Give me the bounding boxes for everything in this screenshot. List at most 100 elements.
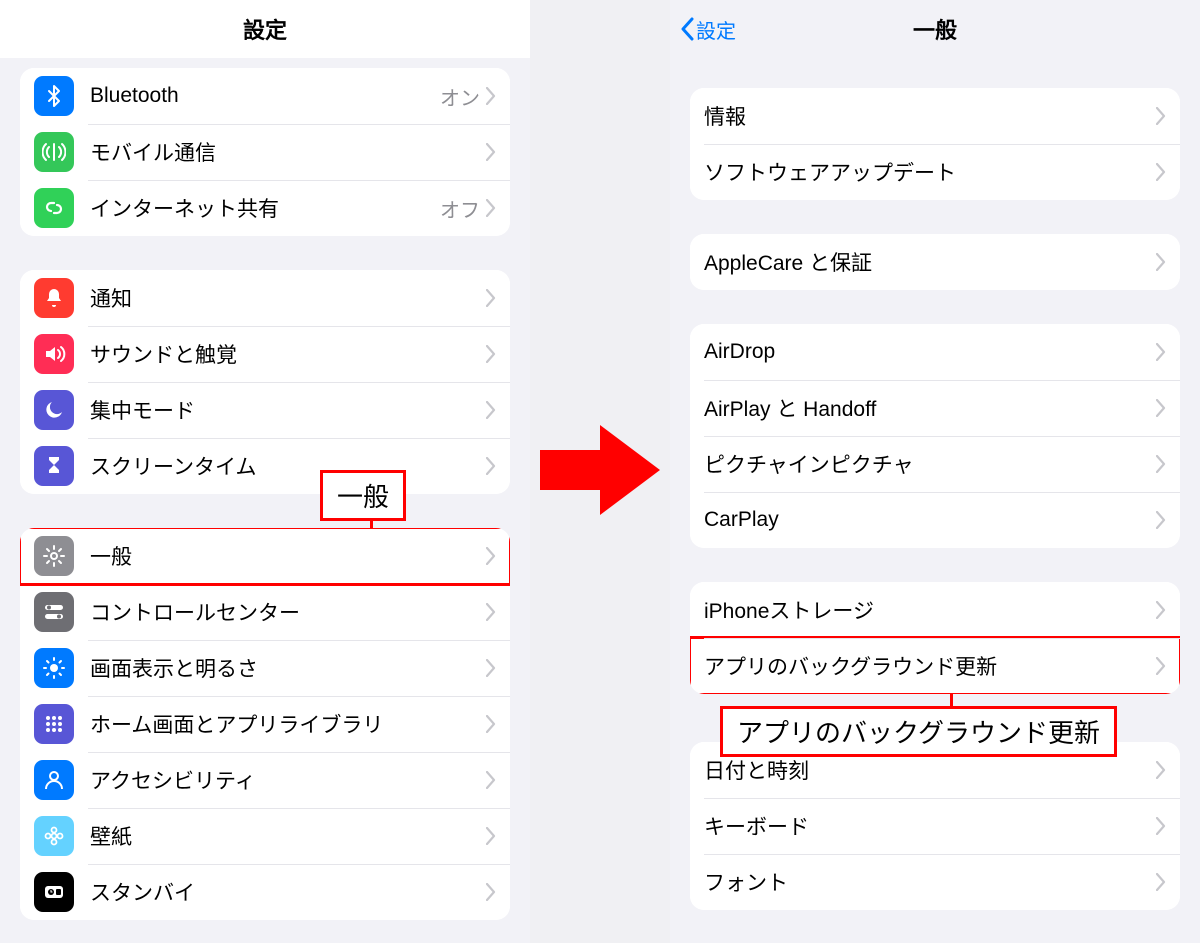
row-label: コントロールセンター xyxy=(90,597,486,627)
row-airplay[interactable]: AirPlay と Handoff xyxy=(690,380,1180,436)
general-group-storage: iPhoneストレージ アプリのバックグラウンド更新 アプリのバックグラウンド更… xyxy=(690,582,1180,694)
chevron-icon xyxy=(1156,601,1166,619)
row-label: Bluetooth xyxy=(90,84,440,108)
row-pip[interactable]: ピクチャインピクチャ xyxy=(690,436,1180,492)
chevron-icon xyxy=(486,827,496,845)
row-airdrop[interactable]: AirDrop xyxy=(690,324,1180,380)
row-label: モバイル通信 xyxy=(90,137,486,167)
row-display[interactable]: 画面表示と明るさ xyxy=(20,640,510,696)
row-cellular[interactable]: モバイル通信 xyxy=(20,124,510,180)
chevron-icon xyxy=(1156,511,1166,529)
chevron-icon xyxy=(486,715,496,733)
nav-header: 設定 一般 xyxy=(670,0,1200,58)
chevron-icon xyxy=(1156,761,1166,779)
row-label: アクセシビリティ xyxy=(90,765,486,795)
callout-bg-refresh: アプリのバックグラウンド更新 xyxy=(720,706,1117,757)
row-software-update[interactable]: ソフトウェアアップデート xyxy=(690,144,1180,200)
gear-icon xyxy=(34,536,74,576)
chevron-icon xyxy=(486,771,496,789)
row-value: オン xyxy=(440,82,480,111)
arrow-next xyxy=(540,420,660,520)
row-label: AirDrop xyxy=(704,340,1156,364)
general-screen: 設定 一般 情報 ソフトウェアアップデート AppleCare と保証 AirD… xyxy=(670,0,1200,943)
callout-text: アプリのバックグラウンド更新 xyxy=(737,718,1100,748)
row-label: iPhoneストレージ xyxy=(704,595,1156,625)
chevron-icon xyxy=(1156,455,1166,473)
general-group-applecare: AppleCare と保証 xyxy=(690,234,1180,290)
chevron-icon xyxy=(486,659,496,677)
row-carplay[interactable]: CarPlay xyxy=(690,492,1180,548)
flower-icon xyxy=(34,816,74,856)
chevron-icon xyxy=(486,289,496,307)
row-applecare[interactable]: AppleCare と保証 xyxy=(690,234,1180,290)
speaker-icon xyxy=(34,334,74,374)
general-group-datetime: 日付と時刻 キーボード フォント xyxy=(690,742,1180,910)
row-label: スクリーンタイム xyxy=(90,451,486,481)
row-screentime[interactable]: スクリーンタイム xyxy=(20,438,510,494)
callout-text: 一般 xyxy=(337,482,389,512)
chevron-icon xyxy=(1156,163,1166,181)
chevron-icon xyxy=(486,87,496,105)
row-homescreen[interactable]: ホーム画面とアプリライブラリ xyxy=(20,696,510,752)
chevron-icon xyxy=(486,401,496,419)
page-title-text: 一般 xyxy=(913,13,957,45)
row-label: ソフトウェアアップデート xyxy=(704,157,1156,187)
person-icon xyxy=(34,760,74,800)
row-label: 一般 xyxy=(90,541,486,571)
row-label: AppleCare と保証 xyxy=(704,247,1156,277)
row-label: AirPlay と Handoff xyxy=(704,393,1156,423)
chevron-icon xyxy=(486,345,496,363)
row-standby[interactable]: スタンバイ xyxy=(20,864,510,920)
toggles-icon xyxy=(34,592,74,632)
row-value: オフ xyxy=(440,194,480,223)
chevron-icon xyxy=(1156,817,1166,835)
chevron-icon xyxy=(1156,343,1166,361)
chevron-icon xyxy=(1156,873,1166,891)
row-keyboard[interactable]: キーボード xyxy=(690,798,1180,854)
row-label: アプリのバックグラウンド更新 xyxy=(704,651,1156,681)
row-notifications[interactable]: 通知 xyxy=(20,270,510,326)
row-fonts[interactable]: フォント xyxy=(690,854,1180,910)
row-about[interactable]: 情報 xyxy=(690,88,1180,144)
row-label: サウンドと触覚 xyxy=(90,339,486,369)
row-background-refresh[interactable]: アプリのバックグラウンド更新 xyxy=(690,638,1180,694)
row-label: 日付と時刻 xyxy=(704,755,1156,785)
row-label: 画面表示と明るさ xyxy=(90,653,486,683)
row-sounds[interactable]: サウンドと触覚 xyxy=(20,326,510,382)
row-control-center[interactable]: コントロールセンター xyxy=(20,584,510,640)
sun-icon xyxy=(34,648,74,688)
row-label: 通知 xyxy=(90,283,486,313)
settings-group-general: 一般 一般 コントロールセンター 画面表示と明るさ ホーム画面とアプリライブラリ… xyxy=(20,528,510,920)
bluetooth-icon xyxy=(34,76,74,116)
general-group-airplay: AirDrop AirPlay と Handoff ピクチャインピクチャ Car… xyxy=(690,324,1180,548)
back-label: 設定 xyxy=(696,15,736,44)
general-group-about: 情報 ソフトウェアアップデート xyxy=(690,88,1180,200)
row-label: 情報 xyxy=(704,101,1156,131)
chevron-icon xyxy=(486,199,496,217)
back-button[interactable]: 設定 xyxy=(680,0,736,58)
page-title-text: 設定 xyxy=(243,13,287,45)
row-label: インターネット共有 xyxy=(90,193,440,223)
chevron-icon xyxy=(486,603,496,621)
row-wallpaper[interactable]: 壁紙 xyxy=(20,808,510,864)
row-label: 集中モード xyxy=(90,395,486,425)
chevron-icon xyxy=(1156,399,1166,417)
chevron-icon xyxy=(486,883,496,901)
row-label: フォント xyxy=(704,867,1156,897)
row-focus[interactable]: 集中モード xyxy=(20,382,510,438)
row-bluetooth[interactable]: Bluetooth オン xyxy=(20,68,510,124)
link-icon xyxy=(34,188,74,228)
row-accessibility[interactable]: アクセシビリティ xyxy=(20,752,510,808)
row-iphone-storage[interactable]: iPhoneストレージ xyxy=(690,582,1180,638)
row-label: スタンバイ xyxy=(90,877,486,907)
row-hotspot[interactable]: インターネット共有 オフ xyxy=(20,180,510,236)
moon-icon xyxy=(34,390,74,430)
row-label: CarPlay xyxy=(704,508,1156,532)
row-label: キーボード xyxy=(704,811,1156,841)
row-label: ピクチャインピクチャ xyxy=(704,449,1156,479)
settings-screen: 設定 Bluetooth オン モバイル通信 インターネット共有 オフ 通知 xyxy=(0,0,530,943)
row-general[interactable]: 一般 xyxy=(20,528,510,584)
clock-icon xyxy=(34,872,74,912)
row-label: 壁紙 xyxy=(90,821,486,851)
callout-general: 一般 xyxy=(320,470,406,521)
